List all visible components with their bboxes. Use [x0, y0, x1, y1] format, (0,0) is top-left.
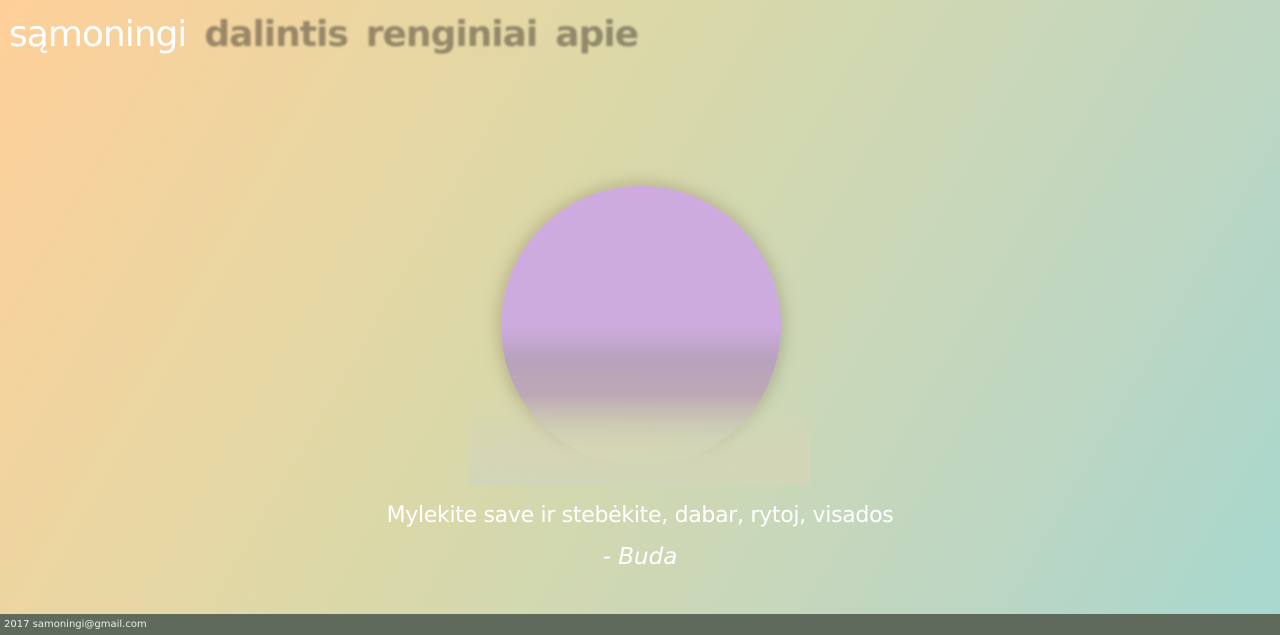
main-nav: sąmoningi dalintis renginiai apie [9, 14, 639, 55]
quote-text: Mylekite save ir stebėkite, dabar, rytoj… [386, 503, 894, 528]
nav-item-renginiai[interactable]: renginiai [366, 14, 539, 55]
footer-text: 2017 samoningi@gmail.com [4, 619, 147, 630]
nav-item-apie[interactable]: apie [555, 14, 639, 55]
nav-item-dalintis[interactable]: dalintis [204, 14, 348, 55]
brand-link[interactable]: sąmoningi [9, 14, 187, 55]
meditation-circle [501, 186, 781, 466]
quote-author: - Buda [602, 544, 678, 570]
footer: 2017 samoningi@gmail.com [0, 614, 1280, 635]
